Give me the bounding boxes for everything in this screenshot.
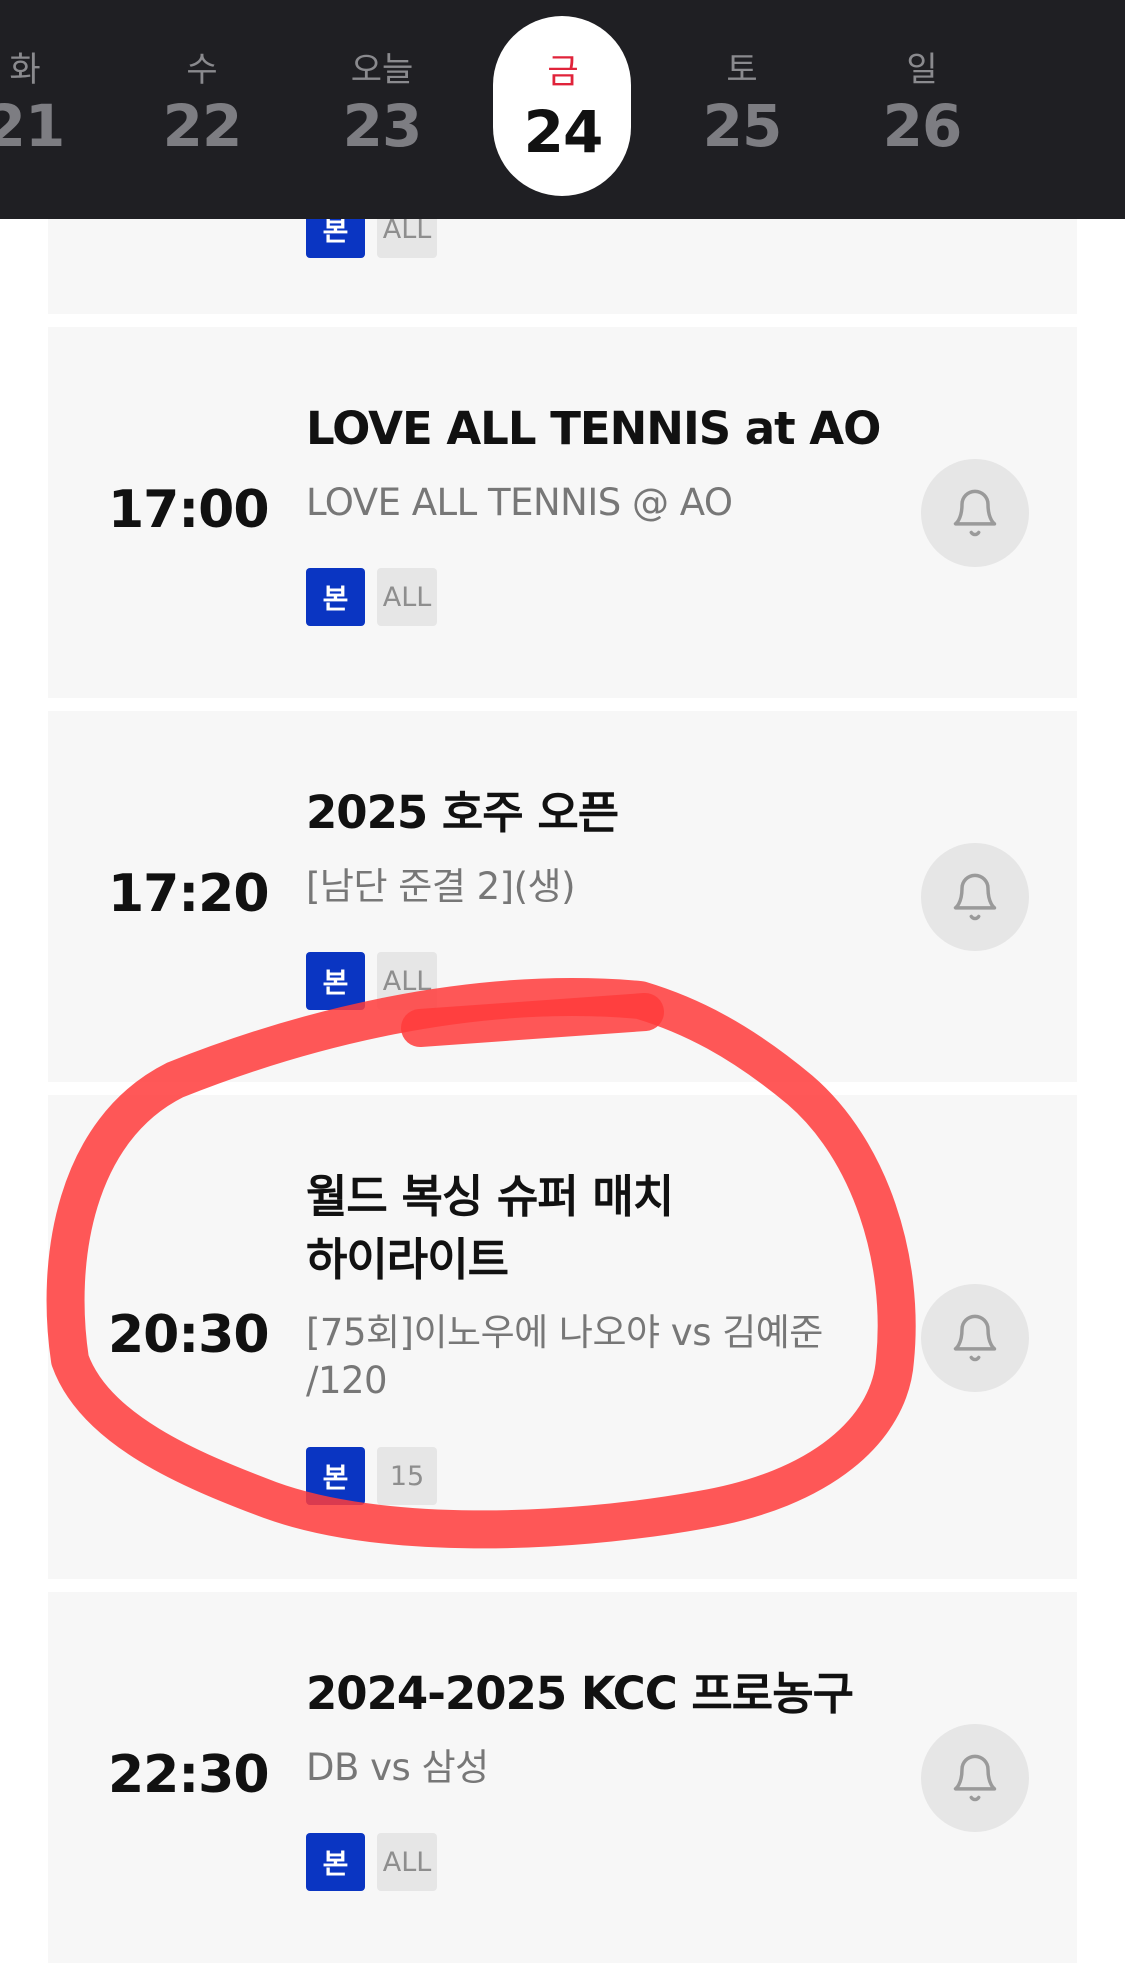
- program-subtitle-line: /120: [306, 1359, 388, 1402]
- main-broadcast-badge: 본: [306, 1833, 365, 1891]
- day-number: 24: [523, 98, 604, 166]
- day-number: 22: [162, 92, 243, 160]
- rating-badge: 15: [377, 1447, 437, 1505]
- program-title: 월드 복싱 슈퍼 매치 하이라이트: [306, 1165, 906, 1291]
- day-sunday[interactable]: 일 26: [852, 0, 992, 219]
- schedule-item[interactable]: 20:30 월드 복싱 슈퍼 매치 하이라이트 [75회]이노우에 나오야 vs…: [48, 1095, 1077, 1579]
- bell-icon: [953, 1754, 997, 1802]
- program-title-line: 월드 복싱 슈퍼 매치: [306, 1170, 674, 1223]
- schedule-item[interactable]: 17:00 LOVE ALL TENNIS at AO LOVE ALL TEN…: [48, 327, 1077, 698]
- badges: 본 15: [306, 1447, 437, 1505]
- badges: 본 ALL: [306, 952, 437, 1010]
- program-title-line: 하이라이트: [306, 1233, 509, 1286]
- day-of-week: 화: [9, 50, 41, 90]
- day-tuesday[interactable]: 화 21: [0, 0, 95, 219]
- day-of-week: 수: [186, 50, 218, 90]
- program-subtitle: DB vs 삼성: [306, 1746, 489, 1789]
- program-time: 22:30: [108, 1745, 270, 1805]
- main-broadcast-badge: 본: [306, 1447, 365, 1505]
- notification-button[interactable]: [921, 459, 1029, 567]
- bell-icon: [953, 1314, 997, 1362]
- badges: 본 ALL: [306, 1833, 437, 1891]
- rating-badge: ALL: [377, 1833, 437, 1891]
- rating-badge: ALL: [377, 568, 437, 626]
- notification-button[interactable]: [921, 843, 1029, 951]
- program-time: 17:20: [108, 864, 270, 924]
- bell-icon: [953, 489, 997, 537]
- day-of-week: 일: [906, 50, 938, 90]
- day-number: 25: [702, 92, 783, 160]
- program-subtitle-line: [75회]이노우에 나오야 vs 김예준: [306, 1311, 823, 1354]
- program-subtitle: [75회]이노우에 나오야 vs 김예준 /120: [306, 1309, 906, 1405]
- day-friday-selected[interactable]: 금 24: [493, 0, 633, 219]
- main-broadcast-badge: 본: [306, 568, 365, 626]
- day-of-week: 토: [726, 50, 758, 90]
- program-subtitle: LOVE ALL TENNIS @ AO: [306, 481, 733, 524]
- notification-button[interactable]: [921, 1724, 1029, 1832]
- program-title: 2025 호주 오픈: [306, 786, 619, 839]
- day-number: 23: [342, 92, 423, 160]
- day-of-week: 오늘: [350, 50, 414, 90]
- day-today[interactable]: 오늘 23: [312, 0, 452, 219]
- program-title: LOVE ALL TENNIS at AO: [306, 402, 881, 455]
- day-number: 21: [0, 92, 65, 160]
- day-number: 26: [882, 92, 963, 160]
- day-wednesday[interactable]: 수 22: [132, 0, 272, 219]
- program-subtitle: [남단 준결 2](생): [306, 865, 576, 908]
- program-time: 17:00: [108, 480, 270, 540]
- notification-button[interactable]: [921, 1284, 1029, 1392]
- date-strip: 화 21 수 22 오늘 23 금 24 토 25 일 26: [0, 0, 1125, 219]
- schedule-item[interactable]: 22:30 2024-2025 KCC 프로농구 DB vs 삼성 본 ALL: [48, 1592, 1077, 1963]
- program-time: 20:30: [108, 1305, 270, 1365]
- rating-badge: ALL: [377, 952, 437, 1010]
- day-of-week: 금: [547, 52, 579, 92]
- bell-icon: [953, 873, 997, 921]
- main-broadcast-badge: 본: [306, 952, 365, 1010]
- program-title: 2024-2025 KCC 프로농구: [306, 1667, 854, 1720]
- schedule-item[interactable]: 17:20 2025 호주 오픈 [남단 준결 2](생) 본 ALL: [48, 711, 1077, 1082]
- badges: 본 ALL: [306, 568, 437, 626]
- day-saturday[interactable]: 토 25: [672, 0, 812, 219]
